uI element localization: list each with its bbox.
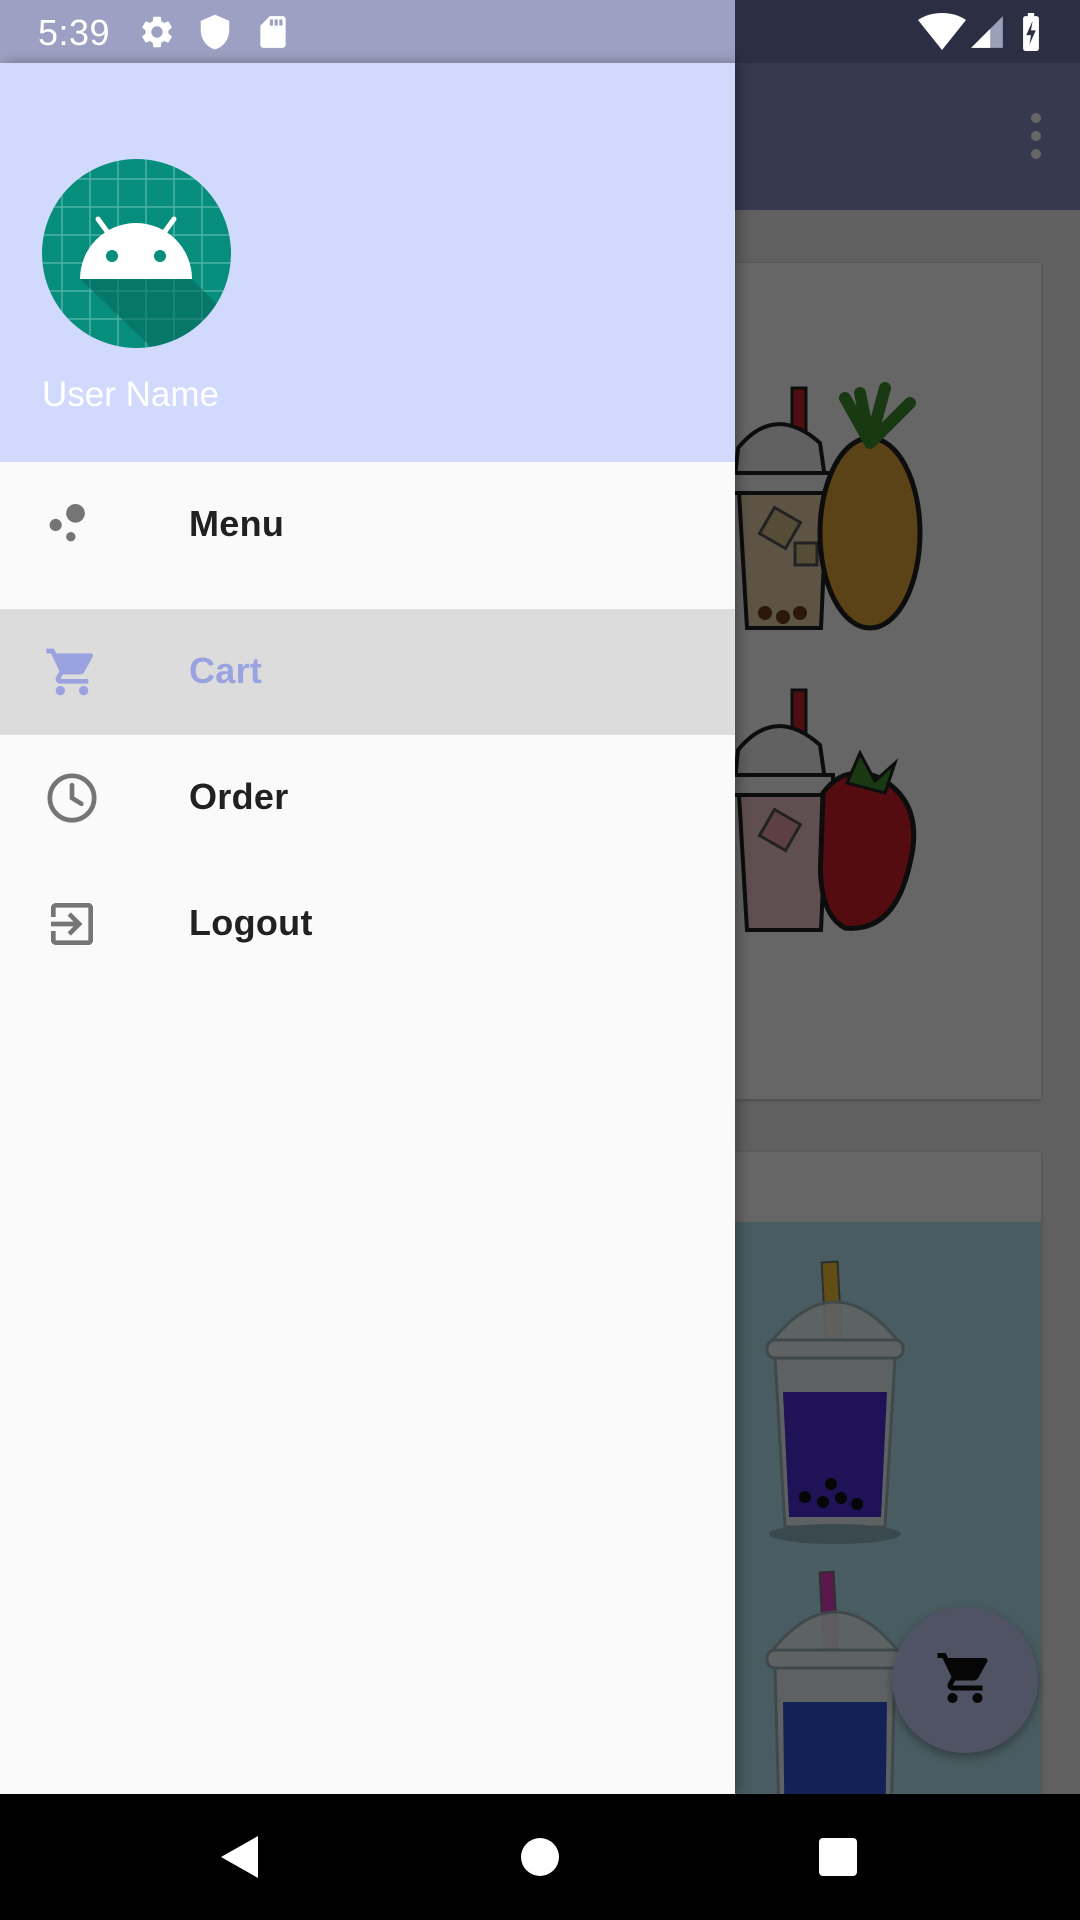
bubbles-icon — [44, 497, 100, 553]
drawer-item-logout[interactable]: Logout — [0, 861, 735, 987]
settings-icon — [138, 13, 176, 51]
status-time: 5:39 — [38, 12, 111, 53]
exit-icon — [44, 896, 100, 952]
system-nav-bar — [0, 1794, 1080, 1920]
user-name: User Name — [42, 375, 219, 414]
status-bar: 5:39 — [0, 0, 1080, 63]
drawer-item-cart[interactable]: Cart — [0, 609, 735, 735]
clock-icon — [44, 770, 100, 826]
drawer-header: User Name — [0, 63, 735, 462]
signal-icon — [968, 13, 1006, 51]
drawer-item-label: Cart — [189, 650, 263, 691]
cart-icon — [44, 644, 100, 700]
navigation-drawer: User Name Menu Cart Order Logout — [0, 63, 735, 1794]
drawer-item-order[interactable]: Order — [0, 735, 735, 861]
home-icon[interactable] — [510, 1827, 570, 1887]
drawer-item-menu[interactable]: Menu — [0, 462, 735, 588]
recents-icon[interactable] — [808, 1827, 868, 1887]
sd-card-icon — [254, 13, 292, 51]
battery-charging-icon — [1016, 13, 1046, 51]
shield-icon — [196, 13, 234, 51]
wifi-icon — [918, 13, 966, 51]
back-icon[interactable] — [210, 1827, 270, 1887]
drawer-item-label: Logout — [189, 902, 313, 943]
android-avatar-icon — [42, 159, 231, 348]
drawer-item-label: Menu — [189, 503, 285, 544]
drawer-item-label: Order — [189, 776, 289, 817]
